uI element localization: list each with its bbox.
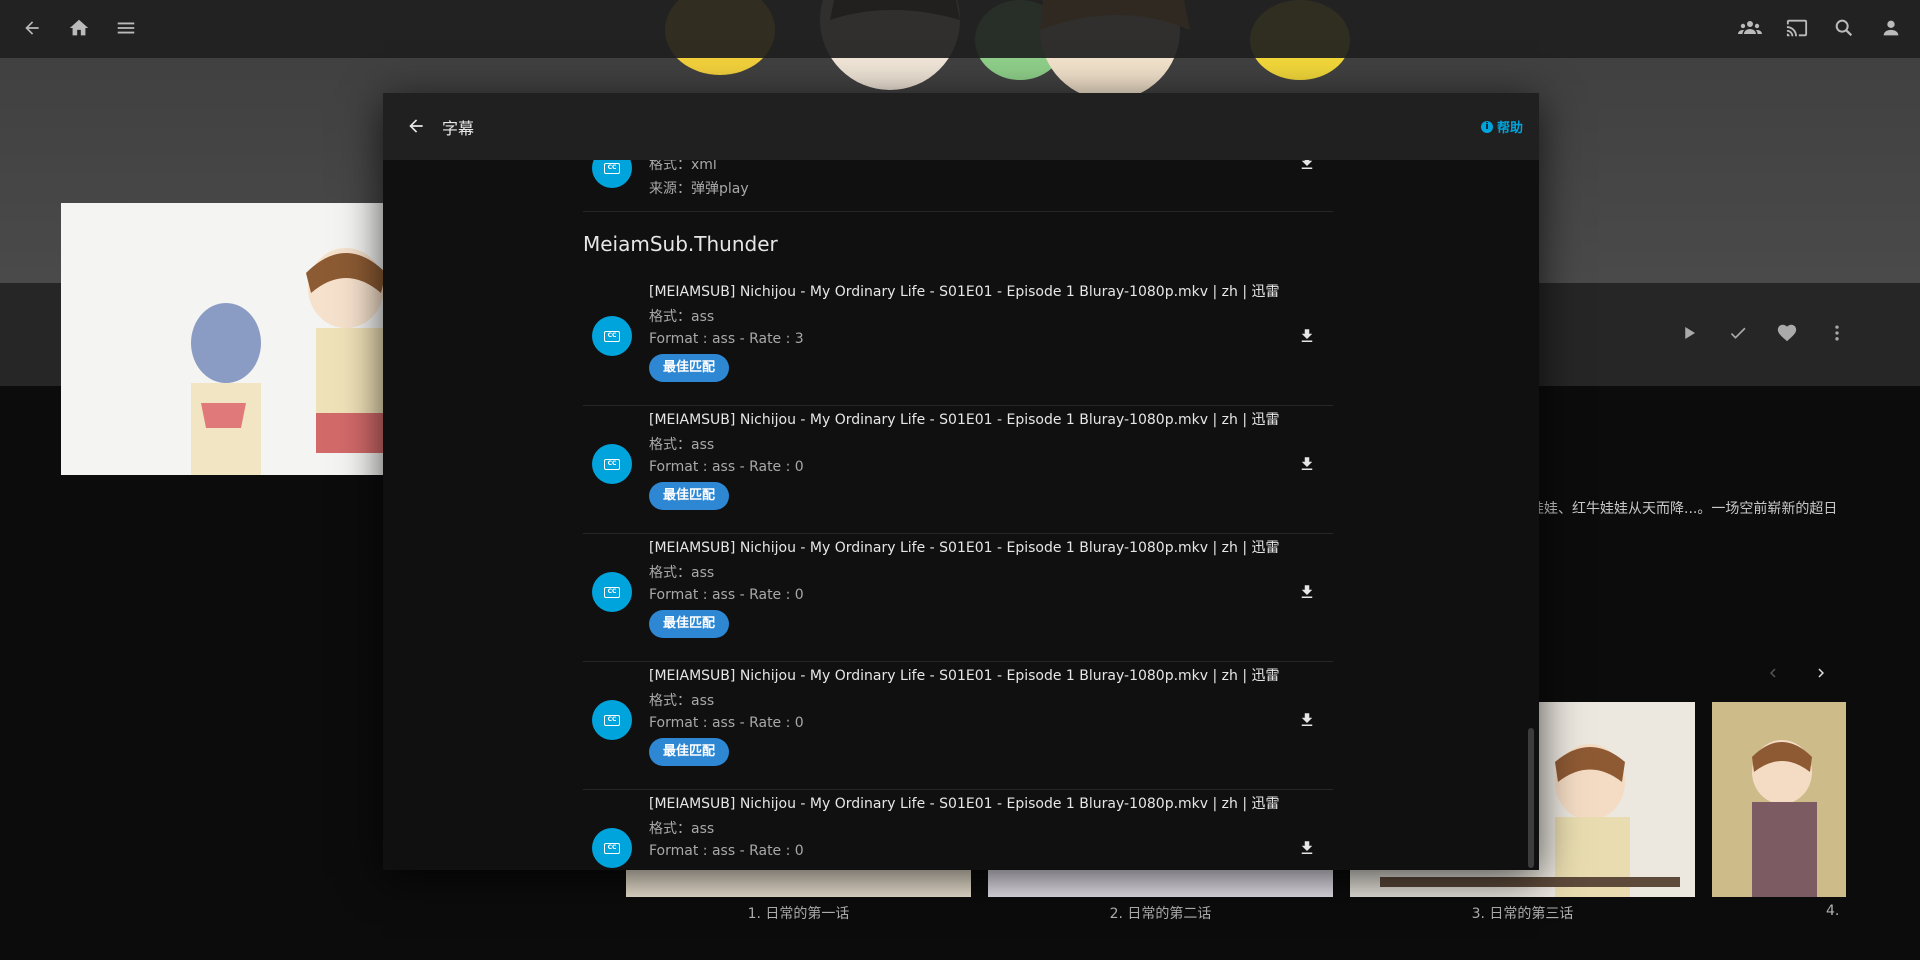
subtitle-result-item: CC [MEIAMSUB] Nichijou - My Ordinary Lif… — [583, 534, 1333, 662]
format-rate-line: Format : ass - Rate : 0 — [649, 715, 804, 731]
people-icon[interactable] — [1736, 14, 1764, 42]
download-icon — [1301, 713, 1313, 726]
closed-caption-icon: CC — [592, 700, 632, 740]
best-match-badge: 最佳匹配 — [649, 610, 730, 638]
poster-image — [61, 203, 391, 475]
subtitle-results-list[interactable]: CC 格式：xml 来源：弹弹play MeiamSub.Thunder CC … — [383, 160, 1539, 870]
download-button[interactable] — [1295, 580, 1319, 604]
best-match-badge: 最佳匹配 — [649, 482, 730, 510]
cast-icon[interactable] — [1783, 14, 1811, 42]
download-icon — [1301, 160, 1313, 169]
download-button[interactable] — [1295, 160, 1319, 175]
user-icon[interactable] — [1877, 14, 1905, 42]
home-icon[interactable] — [65, 14, 93, 42]
play-icon[interactable] — [1676, 320, 1702, 346]
subtitle-name: [MEIAMSUB] Nichijou - My Ordinary Life -… — [649, 796, 1280, 812]
subtitle-result-item: CC [MEIAMSUB] Nichijou - My Ordinary Lif… — [583, 790, 1333, 870]
episode-title[interactable]: 1. 日常的第一话 — [626, 903, 971, 923]
episode-title[interactable]: 2. 日常的第二话 — [988, 903, 1333, 923]
heart-icon[interactable] — [1774, 320, 1800, 346]
subtitle-name: [MEIAMSUB] Nichijou - My Ordinary Life -… — [649, 412, 1280, 428]
check-icon[interactable] — [1725, 320, 1751, 346]
download-button[interactable] — [1295, 452, 1319, 476]
best-match-badge: 最佳匹配 — [649, 354, 730, 382]
dialog-title: 字幕 — [442, 119, 475, 138]
more-vert-icon[interactable] — [1824, 320, 1850, 346]
info-icon: i — [1480, 120, 1493, 133]
format-line: 格式：ass — [649, 693, 715, 709]
closed-caption-icon: CC — [592, 444, 632, 484]
episode-title[interactable]: 4. — [1826, 903, 1866, 919]
arrow-back-icon — [409, 119, 423, 133]
dialog-back-button[interactable] — [401, 111, 431, 141]
download-icon — [1301, 585, 1313, 598]
subtitle-result-item: CC [MEIAMSUB] Nichijou - My Ordinary Lif… — [583, 278, 1333, 406]
subtitle-name: [MEIAMSUB] Nichijou - My Ordinary Life -… — [649, 284, 1280, 300]
provider-group-title: MeiamSub.Thunder — [583, 232, 778, 256]
scrollbar-thumb[interactable] — [1528, 728, 1534, 868]
format-line: 格式：xml — [649, 160, 717, 173]
download-icon — [1301, 329, 1313, 342]
closed-caption-icon: CC — [592, 828, 632, 868]
format-line: 格式：ass — [649, 821, 715, 837]
format-line: 格式：ass — [649, 309, 715, 325]
episode-title[interactable]: 3. 日常的第三话 — [1350, 903, 1695, 923]
download-button[interactable] — [1295, 324, 1319, 348]
arrow-back-icon[interactable] — [18, 14, 46, 42]
help-label: 帮助 — [1496, 121, 1523, 136]
closed-caption-icon: CC — [592, 160, 632, 188]
download-button[interactable] — [1295, 836, 1319, 860]
format-rate-line: Format : ass - Rate : 0 — [649, 587, 804, 603]
chevron-right-icon[interactable] — [1808, 660, 1834, 686]
subtitle-result-item: CC [MEIAMSUB] Nichijou - My Ordinary Lif… — [583, 406, 1333, 534]
subtitle-search-dialog: 字幕 i 帮助 CC 格式：xml 来源：弹弹play MeiamSub.Thu… — [383, 93, 1539, 870]
best-match-badge: 最佳匹配 — [649, 738, 730, 766]
search-icon[interactable] — [1830, 14, 1858, 42]
download-icon — [1301, 841, 1313, 854]
dialog-header: 字幕 i 帮助 — [383, 93, 1539, 160]
closed-caption-icon: CC — [592, 316, 632, 356]
format-rate-line: Format : ass - Rate : 0 — [649, 843, 804, 859]
format-rate-line: Format : ass - Rate : 0 — [649, 459, 804, 475]
subtitle-result-item: CC 格式：xml 来源：弹弹play — [583, 160, 1333, 212]
episode-card[interactable] — [1712, 702, 1846, 897]
top-app-bar — [0, 0, 1920, 58]
download-button[interactable] — [1295, 708, 1319, 732]
chevron-left-icon[interactable] — [1760, 660, 1786, 686]
format-rate-line: Format : ass - Rate : 3 — [649, 331, 804, 347]
format-line: 格式：ass — [649, 565, 715, 581]
subtitle-name: [MEIAMSUB] Nichijou - My Ordinary Life -… — [649, 668, 1280, 684]
help-link[interactable]: i 帮助 — [1480, 117, 1523, 136]
download-icon — [1301, 457, 1313, 470]
overview-text: 娃娃、红牛娃娃从天而降...。一场空前崭新的超日 — [1530, 501, 1838, 517]
format-line: 格式：ass — [649, 437, 715, 453]
subtitle-result-item: CC [MEIAMSUB] Nichijou - My Ordinary Lif… — [583, 662, 1333, 790]
menu-icon[interactable] — [112, 14, 140, 42]
closed-caption-icon: CC — [592, 572, 632, 612]
subtitle-name: [MEIAMSUB] Nichijou - My Ordinary Life -… — [649, 540, 1280, 556]
source-line: 来源：弹弹play — [649, 181, 749, 197]
